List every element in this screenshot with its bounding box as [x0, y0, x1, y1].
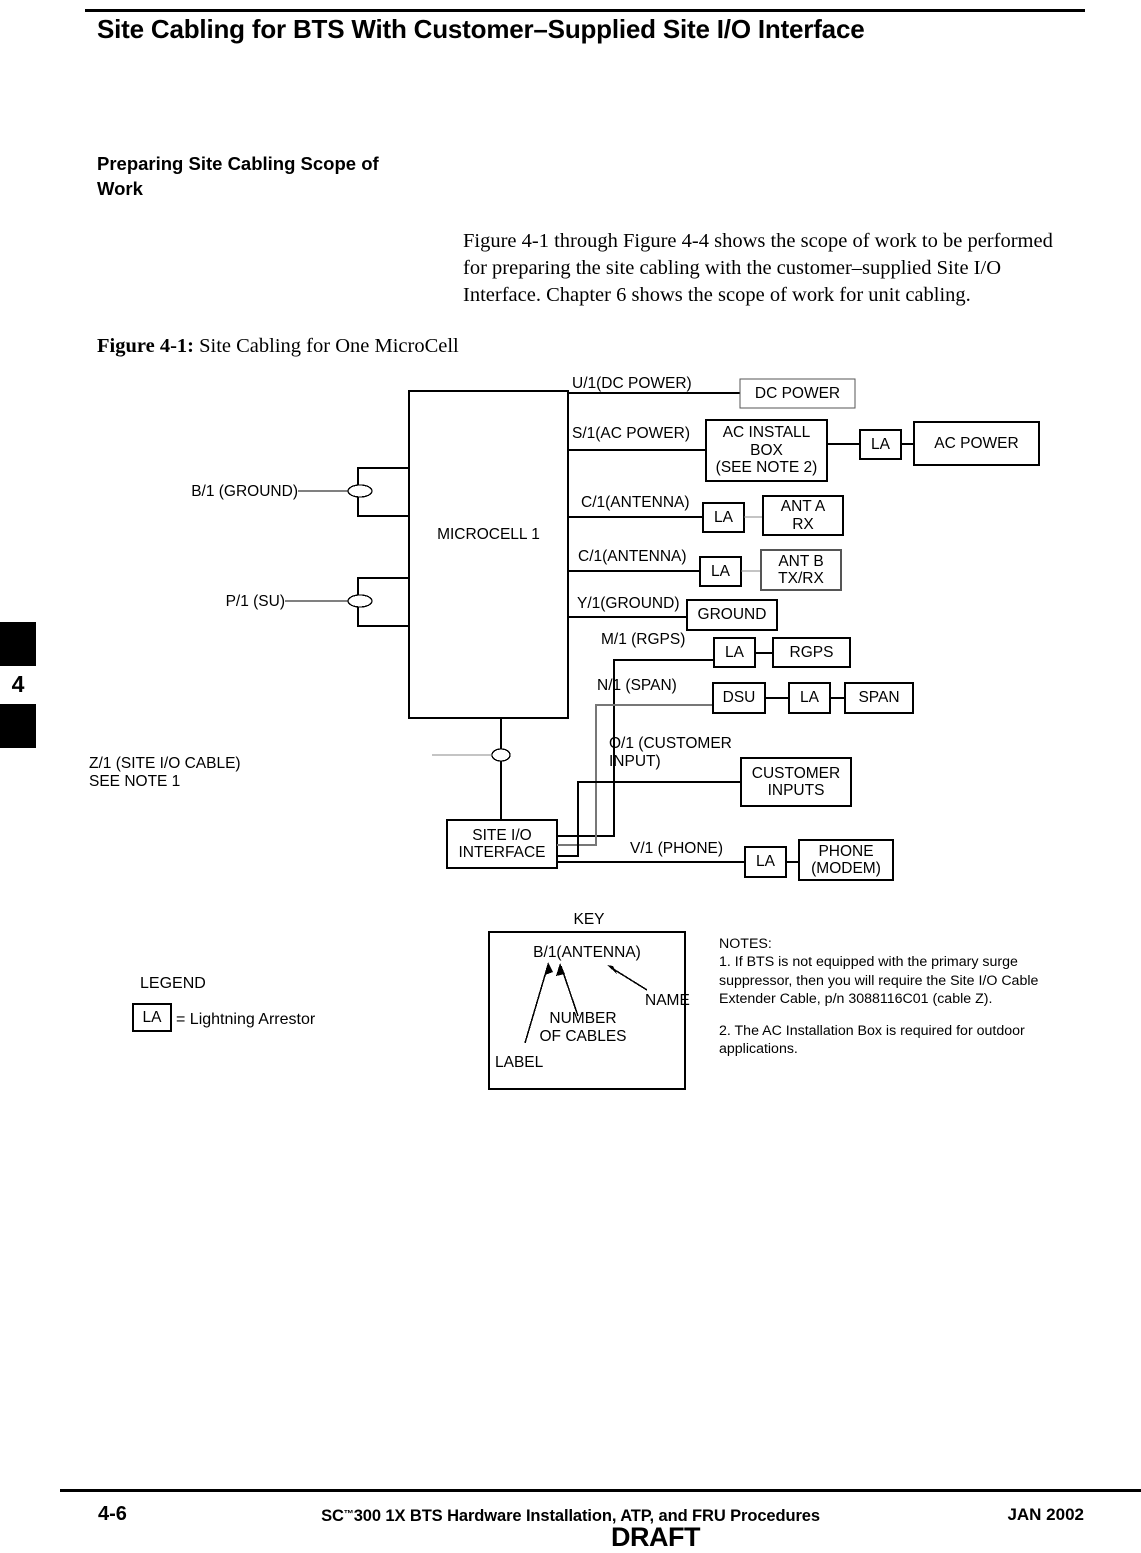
key-sample-label: B/1(ANTENNA)	[533, 944, 641, 961]
cable-z-label: Z/1 (SITE I/O CABLE) SEE NOTE 1	[89, 755, 241, 790]
box-label-ac-power: AC POWER	[934, 434, 1019, 452]
box-label-dc-power: DC POWER	[754, 384, 841, 402]
cable-label-y1: Y/1(GROUND)	[577, 595, 680, 612]
key-title: KEY	[573, 911, 605, 928]
cable-label-v1: V/1 (PHONE)	[630, 840, 724, 857]
legend-description: = Lightning Arrestor	[176, 1011, 316, 1028]
figure-caption: Figure 4-1: Site Cabling for One MicroCe…	[97, 335, 459, 358]
cable-label-o1: O/1 (CUSTOMER INPUT)	[609, 735, 732, 770]
microcell-box	[408, 390, 569, 719]
box-label-ant-b: ANT B TX/RX	[778, 552, 824, 588]
cable-label-n1: N/1 (SPAN)	[597, 677, 677, 694]
box-label-span: SPAN	[858, 689, 900, 707]
figure-caption-text: Site Cabling for One MicroCell	[193, 335, 459, 357]
notes-block: NOTES: 1. If BTS is not equipped with th…	[719, 935, 1069, 1059]
left-port-stub-ground	[357, 467, 410, 517]
margin-tab-number: 4	[11, 671, 25, 697]
footer-draft-stamp: DRAFT	[611, 1522, 700, 1552]
box-label-la-phone: LA	[756, 853, 775, 871]
cable-label-u1: U/1(DC POWER)	[572, 375, 692, 392]
margin-tab-bottom	[0, 704, 36, 748]
line-n1-route	[557, 704, 713, 846]
connector-ellipse-z	[491, 748, 511, 762]
header-rule	[85, 9, 1085, 12]
site-io-label: SITE I/O INTERFACE	[458, 826, 546, 862]
box-label-la-span: LA	[800, 689, 819, 707]
page-title: Site Cabling for BTS With Customer–Suppl…	[97, 14, 865, 44]
box-label-la-ant-b: LA	[711, 562, 730, 580]
cable-label-c1-a: C/1(ANTENNA)	[581, 494, 690, 511]
legend-la-symbol: LA	[142, 1008, 162, 1026]
connector-ellipse-su	[347, 594, 373, 608]
box-label-ground: GROUND	[697, 606, 767, 624]
cable-label-s1: S/1(AC POWER)	[572, 425, 690, 442]
section-heading: Preparing Site Cabling Scope of Work	[97, 153, 379, 199]
box-label-customer-inputs: CUSTOMER INPUTS	[751, 764, 841, 800]
footer-rule	[60, 1489, 1141, 1492]
key-callout-name: NAME	[645, 992, 690, 1009]
microcell-label: MICROCELL 1	[437, 526, 540, 543]
cable-label-m1: M/1 (RGPS)	[601, 631, 686, 648]
cable-label-c1-b: C/1(ANTENNA)	[578, 548, 687, 565]
note-item-1: 1. If BTS is not equipped with the prima…	[719, 954, 1039, 1008]
left-port-stub-su	[357, 577, 410, 627]
notes-gap	[719, 1009, 1069, 1022]
box-label-ant-a: ANT A RX	[780, 498, 826, 533]
box-label-la-ac: LA	[871, 435, 890, 453]
left-port-label-su: P/1 (SU)	[225, 593, 285, 610]
box-label-ac-install: AC INSTALL BOX (SEE NOTE 2)	[715, 424, 818, 477]
trademark-icon: ™	[343, 1509, 354, 1520]
box-label-la-rgps: LA	[725, 643, 744, 661]
notes-title: NOTES:	[719, 936, 772, 952]
key-callout-number: NUMBER OF CABLES	[539, 1010, 627, 1045]
note-item-2: 2. The AC Installation Box is required f…	[719, 1022, 1025, 1058]
box-label-rgps: RGPS	[789, 643, 834, 661]
margin-tab-top	[0, 622, 36, 666]
connector-ellipse-ground	[347, 484, 373, 498]
legend-title: LEGEND	[140, 975, 206, 992]
left-port-label-ground: B/1 (GROUND)	[191, 483, 298, 500]
figure-caption-label: Figure 4-1:	[97, 335, 194, 357]
box-label-dsu: DSU	[722, 689, 756, 707]
body-paragraph: Figure 4-1 through Figure 4-4 shows the …	[463, 230, 1053, 307]
box-label-phone-modem: PHONE (MODEM)	[811, 842, 881, 878]
key-callout-label: LABEL	[495, 1054, 544, 1071]
box-label-la-ant-a: LA	[714, 508, 733, 526]
